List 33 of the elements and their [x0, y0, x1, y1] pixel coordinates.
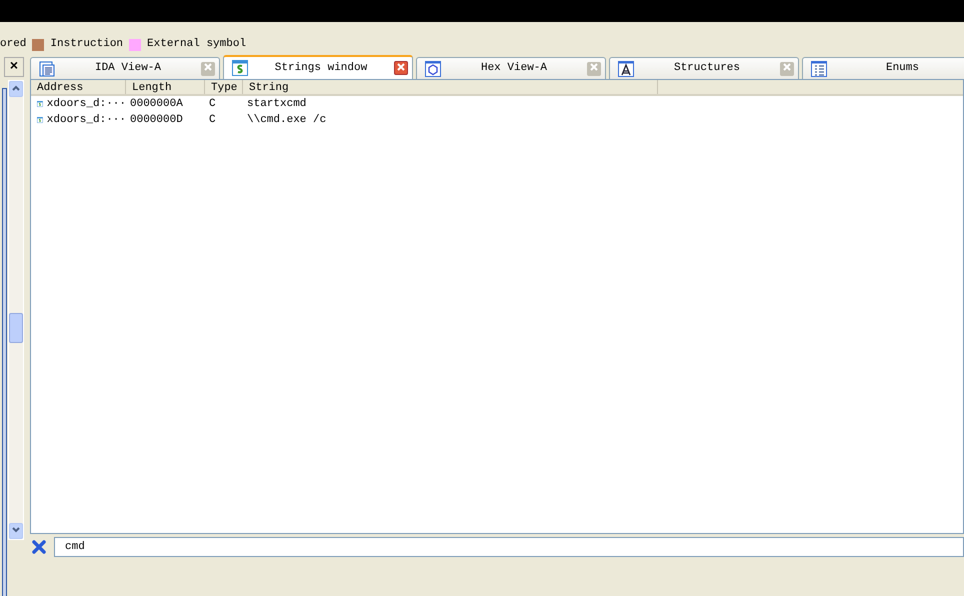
close-icon[interactable]: [394, 61, 408, 75]
close-button[interactable]: ×: [4, 57, 24, 77]
column-header[interactable]: Length: [126, 80, 205, 94]
scroll-thumb[interactable]: [9, 313, 23, 343]
column-header[interactable]: Type: [205, 80, 243, 94]
scroll-up-icon[interactable]: [11, 84, 21, 92]
filter-field[interactable]: cmd: [54, 537, 964, 557]
tab[interactable]: Strings window: [223, 55, 413, 79]
tab[interactable]: Structures: [609, 57, 799, 79]
column-header[interactable]: String: [243, 80, 658, 94]
tab[interactable]: Hex View-A: [416, 57, 606, 79]
table-cell-text: xdoors_d:···: [46, 97, 126, 112]
listing-icon: [39, 60, 55, 76]
table-cell-text: C: [208, 97, 217, 112]
legend-label: External symbol: [147, 37, 246, 52]
structure-icon: [618, 60, 634, 76]
table-cell-text: xdoors_d:···: [46, 113, 126, 128]
tab[interactable]: IDA View-A: [30, 57, 220, 79]
scroll-down-icon[interactable]: [11, 526, 21, 534]
legend-label: ored: [0, 37, 26, 52]
hexagon-icon: [425, 60, 441, 76]
table-cell-text: C: [208, 113, 217, 128]
tab[interactable]: Enums: [802, 57, 964, 79]
table-cell-text: 0000000D: [129, 113, 184, 128]
table-cell-text: \\cmd.exe /c: [246, 113, 328, 128]
column-header[interactable]: Address: [31, 80, 126, 94]
table-cell-text: startxcmd: [246, 97, 308, 112]
legend-label: Instruction: [50, 37, 124, 52]
scrollbar[interactable]: [8, 80, 24, 540]
table-cell-text: 0000000A: [129, 97, 184, 112]
clear-filter-icon[interactable]: [32, 540, 46, 554]
list-icon: [811, 60, 827, 76]
strings-icon: [232, 60, 248, 76]
